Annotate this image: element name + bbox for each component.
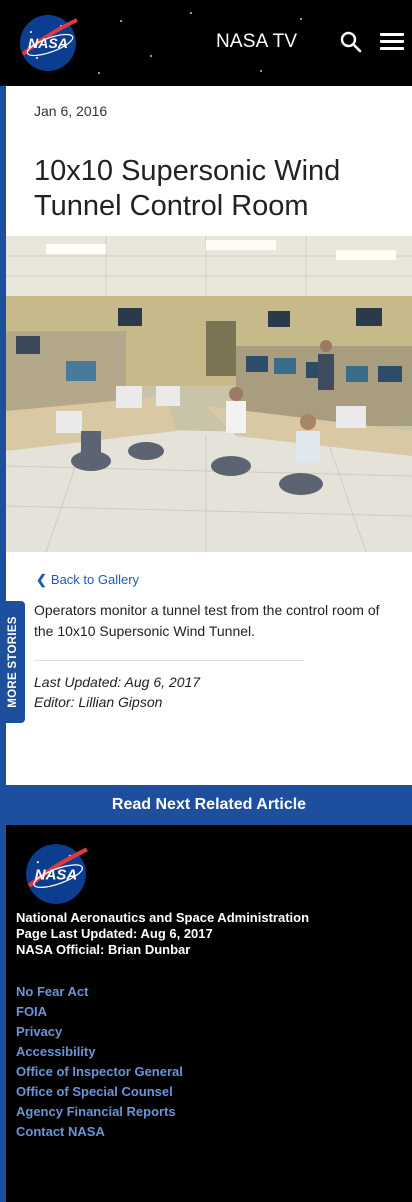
footer-nasa-logo[interactable]: NASA [22, 843, 90, 905]
footer-logo-text: NASA [35, 866, 77, 883]
footer-link-financial-reports[interactable]: Agency Financial Reports [16, 1102, 183, 1122]
nasa-official: NASA Official: Brian Dunbar [16, 942, 191, 957]
article-date: Jan 6, 2016 [34, 103, 108, 119]
nasa-tv-link[interactable]: NASA TV [216, 31, 297, 53]
chevron-left-icon: ❮ [36, 572, 47, 587]
editor: Editor: Lillian Gipson [34, 694, 163, 710]
article-title: 10x10 Supersonic Wind Tunnel Control Roo… [34, 155, 341, 222]
site-header: NASA NASA TV [0, 0, 412, 86]
search-icon[interactable] [339, 30, 363, 54]
read-next-button[interactable]: Read Next Related Article [6, 785, 412, 825]
nasa-logo[interactable]: NASA [17, 14, 79, 72]
footer-link-special-counsel[interactable]: Office of Special Counsel [16, 1082, 183, 1102]
more-stories-label: MORE STORIES [6, 616, 19, 708]
footer-link-accessibility[interactable]: Accessibility [16, 1042, 183, 1062]
agency-name: National Aeronautics and Space Administr… [16, 910, 310, 925]
agency-info: National Aeronautics and Space Administr… [16, 910, 309, 958]
footer-link-foia[interactable]: FOIA [16, 1002, 183, 1022]
divider [34, 660, 304, 661]
image-caption: Operators monitor a tunnel test from the… [34, 602, 380, 639]
footer-links: No Fear Act FOIA Privacy Accessibility O… [16, 982, 183, 1142]
logo-text: NASA [28, 35, 68, 51]
back-to-gallery-link[interactable]: ❮ Back to Gallery [36, 572, 139, 588]
footer-link-contact-nasa[interactable]: Contact NASA [16, 1122, 183, 1142]
more-stories-tab[interactable]: MORE STORIES [0, 601, 25, 723]
footer-link-inspector-general[interactable]: Office of Inspector General [16, 1062, 183, 1082]
back-link-label: Back to Gallery [50, 572, 140, 587]
page-last-updated: Page Last Updated: Aug 6, 2017 [16, 926, 213, 941]
article-meta: Last Updated: Aug 6, 2017 Editor: Lillia… [34, 672, 200, 712]
last-updated: Last Updated: Aug 6, 2017 [34, 674, 201, 690]
menu-icon[interactable] [380, 33, 404, 53]
footer-link-no-fear-act[interactable]: No Fear Act [16, 982, 183, 1002]
site-footer: NASA National Aeronautics and Space Admi… [6, 825, 412, 1202]
footer-link-privacy[interactable]: Privacy [16, 1022, 183, 1042]
control-room-photo[interactable] [6, 236, 412, 552]
